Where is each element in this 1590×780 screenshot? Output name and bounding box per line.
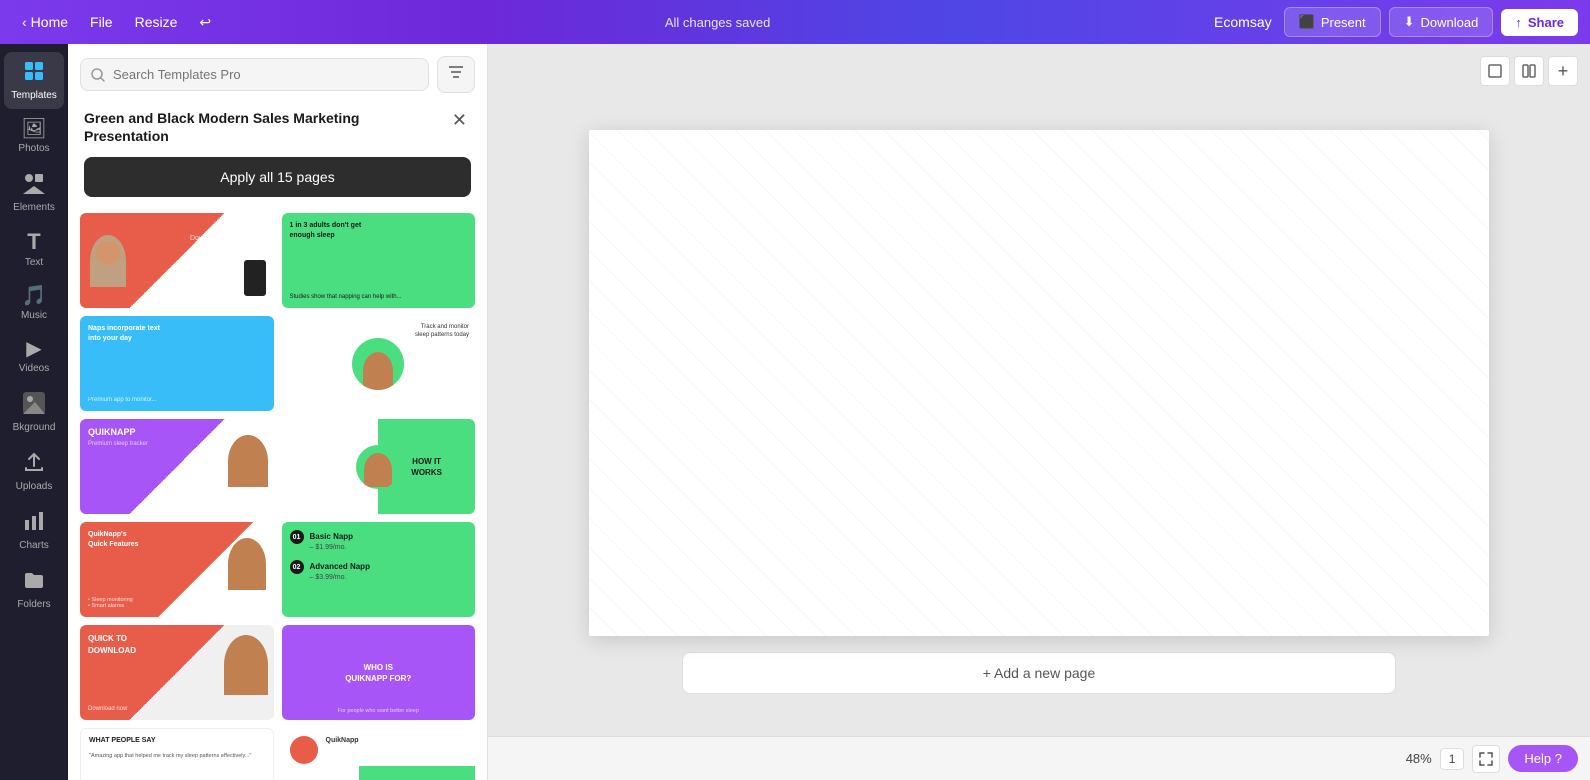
bottom-bar: 48% 1 Help ? [488,736,1590,780]
text-label: Text [25,257,43,268]
user-name: Ecomsay [1214,14,1272,30]
canvas-tool-2[interactable] [1514,56,1544,86]
file-button[interactable]: File [80,8,123,36]
charts-label: Charts [19,540,48,551]
sidebar-item-uploads[interactable]: Uploads [4,443,64,500]
elements-label: Elements [13,202,55,213]
music-label: Music [21,310,47,321]
help-label: Help ? [1524,751,1562,766]
sidebar-item-templates[interactable]: Templates [4,52,64,109]
templates-icon [23,60,45,86]
sidebar-item-videos[interactable]: ▶ Videos [4,331,64,382]
sidebar-item-music[interactable]: 🎵 Music [4,278,64,329]
videos-label: Videos [19,363,49,374]
templates-panel: Green and Black Modern Sales Marketing P… [68,44,488,780]
elements-icon [23,172,45,198]
templates-grid: QuikNapp Download the app today 1 in 3 a… [68,205,487,780]
background-label: Bkground [13,422,56,433]
zoom-level[interactable]: 48% [1406,751,1432,766]
template-thumb-4[interactable]: Track and monitorsleep patterns today [282,316,476,411]
text-icon: T [27,231,40,253]
canvas-slide[interactable] [589,130,1489,636]
search-icon [91,68,105,82]
photos-icon: 🖼 [21,119,46,139]
background-icon [23,392,45,418]
page-indicator[interactable]: 1 [1440,748,1465,770]
share-label: Share [1528,15,1564,30]
template-title: Green and Black Modern Sales Marketing P… [84,109,448,145]
template-thumb-6[interactable]: HOW ITWORKS [282,419,476,514]
topnav: ‹ Home File Resize ↩ All changes saved E… [0,0,1590,44]
photos-label: Photos [18,143,49,154]
file-label: File [90,14,113,30]
undo-icon: ↩ [199,14,211,31]
charts-icon [23,510,45,536]
videos-icon: ▶ [26,339,41,359]
template-thumb-9[interactable]: QUICK TODOWNLOAD Download now [80,625,274,720]
help-button[interactable]: Help ? [1508,745,1578,772]
main-layout: Templates 🖼 Photos Elements T Text 🎵 Mus… [0,44,1590,780]
template-thumb-12[interactable]: COMINGSOON QuikNapp [282,728,476,780]
resize-button[interactable]: Resize [125,8,188,36]
sidebar-item-background[interactable]: Bkground [4,384,64,441]
download-label: Download [1421,15,1479,30]
sidebar-item-text[interactable]: T Text [4,223,64,276]
topnav-left: ‹ Home File Resize ↩ [12,8,221,37]
present-button[interactable]: ⬛ Present [1284,7,1381,37]
template-thumb-1[interactable]: QuikNapp Download the app today [80,213,274,308]
sidebar-item-folders[interactable]: Folders [4,561,64,618]
home-button[interactable]: ‹ Home [12,8,78,36]
template-header: Green and Black Modern Sales Marketing P… [68,101,487,149]
folders-icon [23,569,45,595]
template-thumb-11[interactable]: WHAT PEOPLE SAY "Amazing app that helped… [80,728,274,780]
canvas-add-button[interactable]: + [1548,56,1578,86]
canvas-tool-1[interactable] [1480,56,1510,86]
share-button[interactable]: ↑ Share [1501,9,1578,36]
home-label: Home [31,14,68,30]
slide-background-pattern [589,130,1489,636]
sidebar-item-elements[interactable]: Elements [4,164,64,221]
uploads-icon [23,451,45,477]
share-icon: ↑ [1515,15,1522,30]
add-page-button[interactable]: + Add a new page [682,652,1397,694]
add-page-label: + Add a new page [983,665,1096,681]
save-status: All changes saved [225,15,1210,30]
template-thumb-8[interactable]: 01 Basic Napp – $1.99/mo. 02 Advanced Na… [282,522,476,617]
download-button[interactable]: ⬇ Download [1389,7,1494,37]
template-thumb-7[interactable]: QuikNapp'sQuick Features • Sleep monitor… [80,522,274,617]
sidebar-icons: Templates 🖼 Photos Elements T Text 🎵 Mus… [0,44,68,780]
template-thumb-5[interactable]: QUIKNAPP Premium sleep tracker [80,419,274,514]
template-thumb-10[interactable]: WHO ISQUIKNAPP FOR? For people who want … [282,625,476,720]
canvas-area: + + Add a new page 48% 1 Help ? [488,44,1590,780]
present-label: Present [1321,15,1366,30]
undo-button[interactable]: ↩ [189,8,221,37]
topnav-right: Ecomsay ⬛ Present ⬇ Download ↑ Share [1214,7,1578,37]
templates-label: Templates [11,90,57,101]
search-input[interactable] [113,67,418,82]
download-icon: ⬇ [1404,14,1415,30]
search-wrapper[interactable] [80,58,429,91]
present-icon: ⬛ [1299,14,1315,30]
uploads-label: Uploads [16,481,53,492]
chevron-left-icon: ‹ [22,14,27,30]
canvas-toolbar: + [1480,56,1578,86]
save-status-text: All changes saved [665,15,771,30]
folders-label: Folders [17,599,50,610]
template-thumb-2[interactable]: 1 in 3 adults don't getenough sleep Stud… [282,213,476,308]
sidebar-item-photos[interactable]: 🖼 Photos [4,111,64,162]
apply-all-button[interactable]: Apply all 15 pages [84,157,471,197]
page-number: 1 [1449,752,1456,766]
fit-button[interactable] [1472,745,1500,773]
templates-search-bar [68,44,487,101]
filter-button[interactable] [437,56,475,93]
apply-label: Apply all 15 pages [220,169,334,185]
sidebar-item-charts[interactable]: Charts [4,502,64,559]
template-thumb-3[interactable]: Naps incorporate textinto your day Premi… [80,316,274,411]
resize-label: Resize [135,14,178,30]
close-panel-button[interactable]: ✕ [448,109,471,131]
music-icon: 🎵 [22,286,47,306]
